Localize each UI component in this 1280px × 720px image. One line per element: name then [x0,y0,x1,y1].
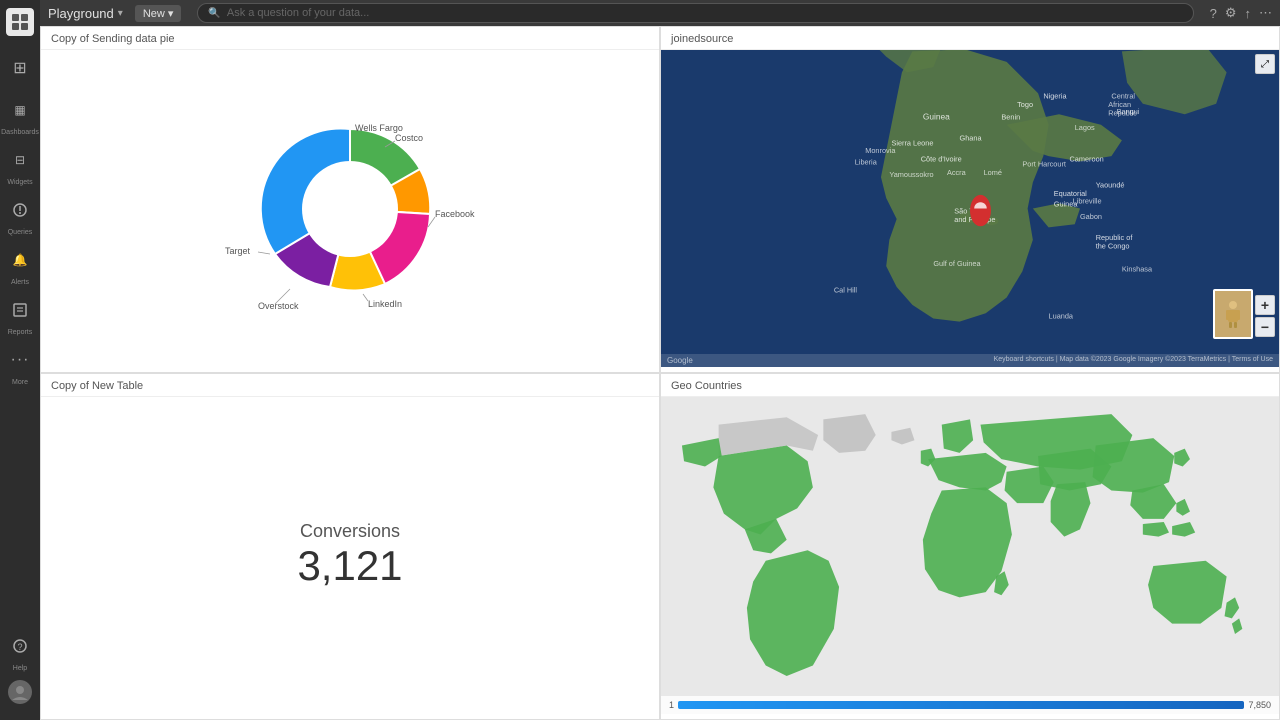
settings-icon[interactable]: ⚙ [1225,5,1237,21]
map-svg: Guinea Sierra Leone Côte d'Ivoire Ghana … [661,50,1279,367]
title-chevron-icon[interactable]: ▾ [118,8,123,19]
svg-text:Côte d'Ivoire: Côte d'Ivoire [921,154,962,163]
svg-text:?: ? [18,642,23,652]
page-title: Playground [48,6,114,21]
svg-text:Monrovia: Monrovia [865,146,896,155]
search-icon: 🔍 [208,8,220,19]
svg-text:Guinea: Guinea [1054,199,1079,208]
table-panel: Copy of New Table Conversions 3,121 [40,373,660,720]
help-icon[interactable]: ? [1210,6,1217,21]
linkedin-label: LinkedIn [368,299,402,309]
map-expand-button[interactable]: ⤢ [1255,54,1275,74]
map-container[interactable]: Guinea Sierra Leone Côte d'Ivoire Ghana … [661,50,1279,367]
svg-text:Lomé: Lomé [984,168,1002,177]
geo-footer: 1 7,850 [661,696,1279,714]
geo-panel-title: Geo Countries [661,374,1279,397]
geo-map-container[interactable]: 1 7,850 [661,397,1279,714]
geo-panel: Geo Countries [660,373,1280,720]
svg-text:Benin: Benin [1001,112,1020,121]
metric-value: 3,121 [297,542,402,590]
more-icon[interactable]: ⋯ [1259,5,1272,21]
sidebar-item-alerts[interactable]: 🔔 Alerts [4,244,36,286]
donut-chart-container: Costco Facebook LinkedIn Overstock Targe… [41,50,659,367]
main-content: Copy of Sending data pie Costco [40,26,1280,720]
map-zoom-controls: + − [1255,295,1275,337]
svg-text:Lagos: Lagos [1075,123,1095,132]
sidebar-item-dashboards[interactable]: ▦ Dashboards [1,94,39,136]
app-logo[interactable] [6,8,34,36]
svg-text:Gulf of Guinea: Gulf of Guinea [933,259,981,268]
sidebar-item-queries[interactable]: Queries [4,194,36,236]
svg-text:the Congo: the Congo [1096,241,1130,250]
wellsfargo-label: Wells Fargo [355,123,403,133]
map-zoom-in-button[interactable]: + [1255,295,1275,315]
svg-text:Equatorial: Equatorial [1054,189,1087,198]
sidebar-item-more[interactable]: ··· More [4,344,36,386]
geo-map-svg [661,397,1279,714]
facebook-label: Facebook [435,209,475,219]
target-label: Target [225,246,251,256]
map-footer-terms: Keyboard shortcuts | Map data ©2023 Goog… [994,356,1273,365]
svg-text:Guinea: Guinea [923,111,950,121]
street-view-thumbnail[interactable] [1213,289,1253,339]
svg-text:Republic: Republic [1108,108,1137,117]
sidebar-item-help[interactable]: ? Help [4,630,36,672]
svg-text:Gabon: Gabon [1080,212,1102,221]
geo-gradient-bar [678,701,1244,709]
svg-text:Port Harcourt: Port Harcourt [1022,160,1066,169]
map-zoom-out-button[interactable]: − [1255,317,1275,337]
sidebar: ⊞ ▦ Dashboards ⊟ Widgets Queries 🔔 Alert… [0,0,40,720]
topbar: Playground ▾ New ▾ 🔍 Ask a question of y… [40,0,1280,26]
svg-text:Yamoussokro: Yamoussokro [889,170,933,179]
user-avatar[interactable] [8,680,32,704]
search-bar[interactable]: 🔍 Ask a question of your data... [197,3,1193,23]
svg-text:Kinshasa: Kinshasa [1122,264,1153,273]
new-button[interactable]: New ▾ [135,5,182,22]
svg-text:Sierra Leone: Sierra Leone [891,139,933,148]
metric-label: Conversions [300,521,400,542]
donut-chart-svg: Costco Facebook LinkedIn Overstock Targe… [200,69,500,349]
donut-panel-title: Copy of Sending data pie [41,27,659,50]
costco-label: Costco [395,133,423,143]
svg-text:Accra: Accra [947,168,967,177]
metric-container: Conversions 3,121 [41,397,659,714]
overstock-label: Overstock [258,301,299,311]
svg-text:Ghana: Ghana [960,133,983,142]
donut-chart-panel: Copy of Sending data pie Costco [40,26,660,373]
geo-scale-max: 7,850 [1248,700,1271,710]
map-panel-title: joinedsource [661,27,1279,50]
sidebar-item-widgets[interactable]: ⊟ Widgets [4,144,36,186]
svg-text:Togo: Togo [1017,100,1033,109]
svg-text:Luanda: Luanda [1049,311,1074,320]
table-panel-title: Copy of New Table [41,374,659,397]
sidebar-item-home[interactable]: ⊞ [4,52,36,86]
sidebar-item-reports[interactable]: Reports [4,294,36,336]
map-panel: joinedsource Guinea [660,26,1280,373]
svg-text:Yaoundé: Yaoundé [1096,181,1125,190]
svg-text:Cal Hill: Cal Hill [834,285,858,294]
svg-text:Nigeria: Nigeria [1043,92,1067,101]
svg-text:Liberia: Liberia [855,158,878,167]
share-icon[interactable]: ↑ [1245,6,1252,21]
svg-text:Cameroon: Cameroon [1070,154,1104,163]
map-footer-google: Google [667,356,693,365]
map-footer: Google Keyboard shortcuts | Map data ©20… [661,354,1279,367]
geo-scale-min: 1 [669,700,674,710]
search-placeholder: Ask a question of your data... [227,7,369,19]
